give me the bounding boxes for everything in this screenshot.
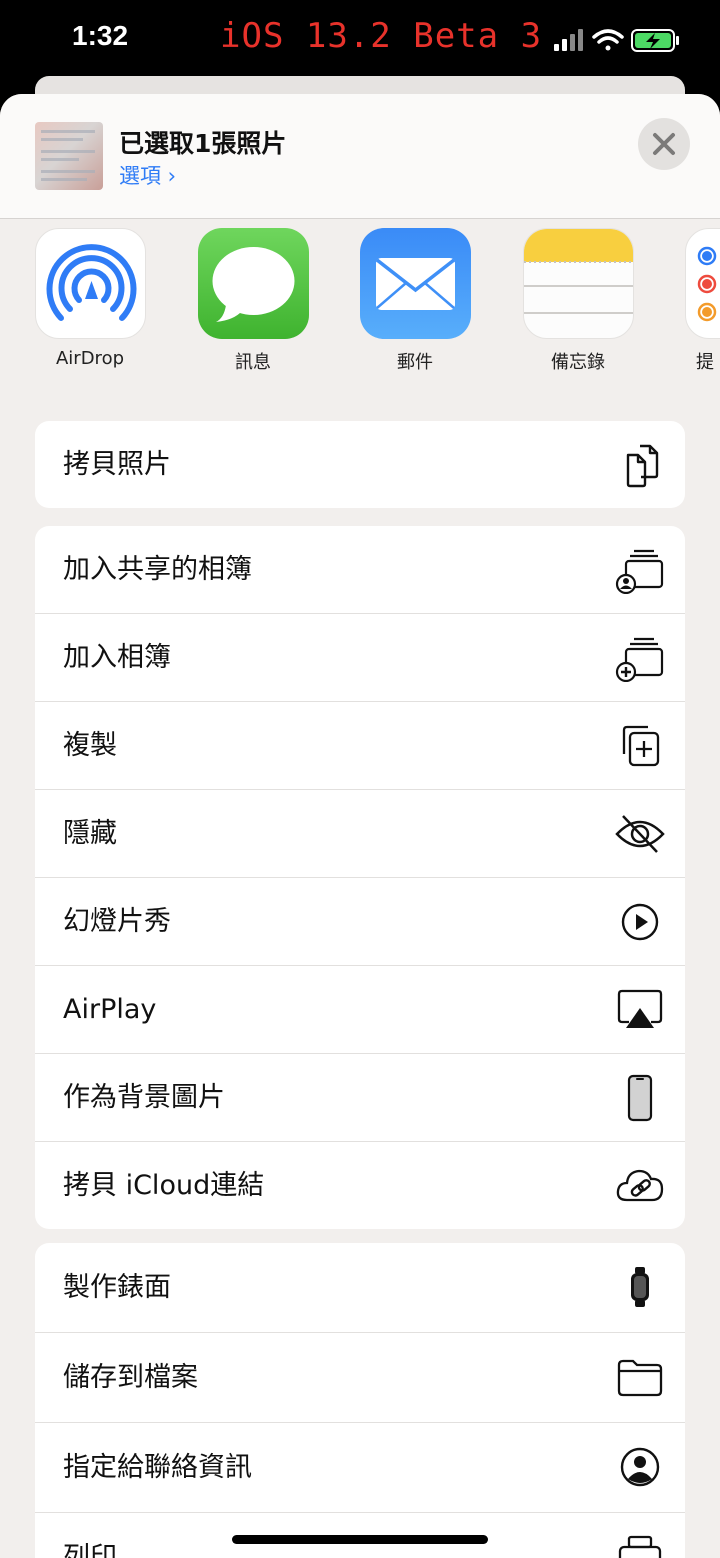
action-copy-icloud-link[interactable]: 拷貝 iCloud連結 [35,1142,685,1229]
action-hide[interactable]: 隱藏 [35,790,685,878]
action-label: 儲存到檔案 [63,1362,198,1393]
close-icon [653,133,675,155]
action-label: 指定給聯絡資訊 [63,1452,252,1483]
action-label: 幻燈片秀 [63,906,171,937]
action-label: 複製 [63,730,117,761]
app-row: AirDrop 訊息 郵件 備忘錄 提 [0,228,720,378]
action-add-shared-album[interactable]: 加入共享的相簿 [35,526,685,614]
messages-icon[interactable] [198,228,309,339]
shared-album-icon [615,549,664,594]
copy-icon [626,444,659,488]
action-set-wallpaper[interactable]: 作為背景圖片 [35,1054,685,1142]
options-link[interactable]: 選項 › [119,160,176,190]
contact-icon [620,1447,660,1487]
status-icons [554,29,679,52]
printer-icon [618,1535,662,1558]
icloud-link-icon [616,1169,664,1202]
action-label: 製作錶面 [63,1272,171,1303]
eye-slash-icon [615,815,665,853]
app-label-mail: 郵件 [397,352,433,373]
action-slideshow[interactable]: 幻燈片秀 [35,878,685,966]
action-airplay[interactable]: AirPlay [35,966,685,1054]
share-sheet: 已選取1張照片 選項 › AirDrop 訊息 郵件 備忘錄 提 拷貝照片 加入… [0,94,720,1558]
action-label: 拷貝照片 [63,449,171,480]
photo-thumbnail [35,122,103,190]
app-label-reminders: 提 [696,352,714,373]
action-label: 列印 [63,1542,117,1558]
action-group-copy: 拷貝照片 [35,421,685,508]
action-copy-photo[interactable]: 拷貝照片 [35,421,685,508]
action-group-more: 製作錶面 儲存到檔案 指定給聯絡資訊 列印 [35,1243,685,1558]
action-add-album[interactable]: 加入相簿 [35,614,685,702]
action-duplicate[interactable]: 複製 [35,702,685,790]
wifi-icon [592,29,624,51]
home-indicator [232,1535,488,1544]
play-circle-icon [621,903,659,941]
iphone-icon [627,1074,653,1122]
action-label: 作為背景圖片 [63,1082,225,1113]
selection-title: 已選取1張照片 [119,129,287,158]
action-label: 隱藏 [63,818,117,849]
duplicate-icon [622,725,660,767]
action-group-photo: 加入共享的相簿 加入相簿 複製 隱藏 幻燈片秀 AirPlay 作為背景圖片 拷… [35,526,685,1229]
watch-icon [631,1267,649,1307]
action-assign-to-contact[interactable]: 指定給聯絡資訊 [35,1423,685,1513]
mail-icon[interactable] [360,228,471,339]
action-label: 加入相簿 [63,642,171,673]
airplay-icon [617,989,663,1028]
action-label: 拷貝 iCloud連結 [63,1170,265,1201]
action-label: 加入共享的相簿 [63,554,252,585]
beta-label: iOS 13.2 Beta 3 [220,16,543,56]
app-label-airdrop: AirDrop [55,348,125,369]
battery-charging-icon [631,29,679,52]
cellular-signal-icon [554,29,583,51]
action-save-to-files[interactable]: 儲存到檔案 [35,1333,685,1423]
reminders-icon[interactable] [685,228,720,339]
notes-icon[interactable] [523,228,634,339]
action-create-watch-face[interactable]: 製作錶面 [35,1243,685,1333]
status-bar: 1:32 iOS 13.2 Beta 3 [0,0,720,80]
share-sheet-header: 已選取1張照片 選項 › [0,94,720,219]
action-label: AirPlay [63,994,157,1025]
app-label-messages: 訊息 [235,352,271,373]
folder-icon [617,1359,663,1397]
airdrop-icon[interactable] [35,228,146,339]
app-label-notes: 備忘錄 [551,352,605,373]
status-time: 1:32 [72,20,129,51]
close-button[interactable] [638,118,690,170]
add-album-icon [615,637,664,682]
